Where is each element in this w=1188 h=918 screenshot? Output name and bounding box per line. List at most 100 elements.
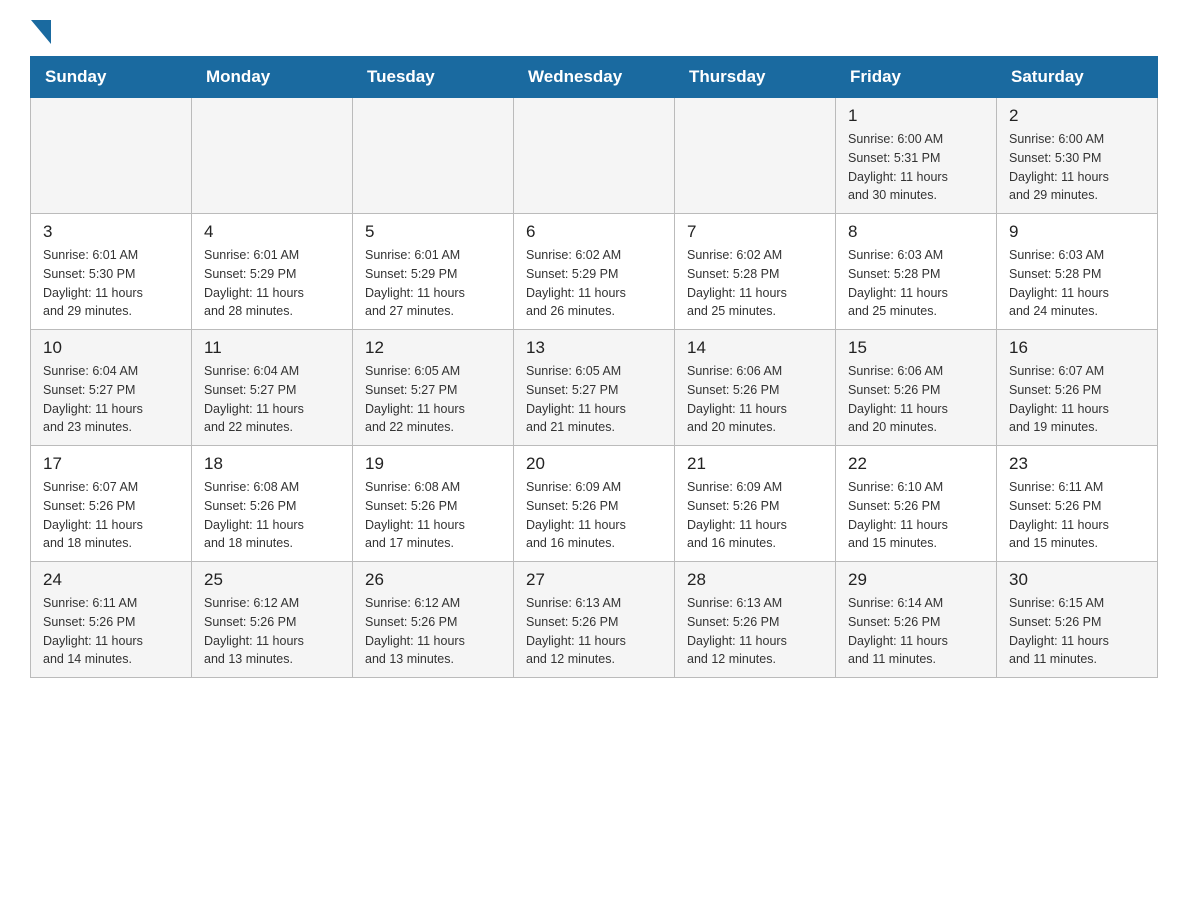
- day-info: Sunrise: 6:07 AM Sunset: 5:26 PM Dayligh…: [43, 478, 179, 553]
- day-number: 16: [1009, 338, 1145, 358]
- day-info: Sunrise: 6:00 AM Sunset: 5:30 PM Dayligh…: [1009, 130, 1145, 205]
- calendar-cell: 29 Sunrise: 6:14 AM Sunset: 5:26 PM Dayli…: [836, 562, 997, 678]
- day-info: Sunrise: 6:05 AM Sunset: 5:27 PM Dayligh…: [365, 362, 501, 437]
- day-info: Sunrise: 6:01 AM Sunset: 5:29 PM Dayligh…: [204, 246, 340, 321]
- day-info: Sunrise: 6:06 AM Sunset: 5:26 PM Dayligh…: [848, 362, 984, 437]
- day-info: Sunrise: 6:12 AM Sunset: 5:26 PM Dayligh…: [204, 594, 340, 669]
- weekday-header-row: SundayMondayTuesdayWednesdayThursdayFrid…: [31, 57, 1158, 98]
- calendar-cell: 7 Sunrise: 6:02 AM Sunset: 5:28 PM Daylig…: [675, 214, 836, 330]
- day-number: 30: [1009, 570, 1145, 590]
- calendar-cell: 17 Sunrise: 6:07 AM Sunset: 5:26 PM Dayli…: [31, 446, 192, 562]
- day-info: Sunrise: 6:01 AM Sunset: 5:30 PM Dayligh…: [43, 246, 179, 321]
- day-info: Sunrise: 6:05 AM Sunset: 5:27 PM Dayligh…: [526, 362, 662, 437]
- weekday-header-monday: Monday: [192, 57, 353, 98]
- day-number: 7: [687, 222, 823, 242]
- day-number: 2: [1009, 106, 1145, 126]
- day-number: 28: [687, 570, 823, 590]
- calendar-cell: 10 Sunrise: 6:04 AM Sunset: 5:27 PM Dayli…: [31, 330, 192, 446]
- calendar-cell: 26 Sunrise: 6:12 AM Sunset: 5:26 PM Dayli…: [353, 562, 514, 678]
- calendar-cell: [192, 98, 353, 214]
- calendar-cell: 15 Sunrise: 6:06 AM Sunset: 5:26 PM Dayli…: [836, 330, 997, 446]
- calendar-cell: 16 Sunrise: 6:07 AM Sunset: 5:26 PM Dayli…: [997, 330, 1158, 446]
- calendar-cell: 6Sunrise: 6:02 AM Sunset: 5:29 PM Daylig…: [514, 214, 675, 330]
- day-number: 25: [204, 570, 340, 590]
- calendar-week-row: 3 Sunrise: 6:01 AM Sunset: 5:30 PM Daylig…: [31, 214, 1158, 330]
- day-number: 17: [43, 454, 179, 474]
- day-info: Sunrise: 6:08 AM Sunset: 5:26 PM Dayligh…: [365, 478, 501, 553]
- logo-arrow-icon: [31, 20, 51, 44]
- day-number: 9: [1009, 222, 1145, 242]
- calendar-cell: 20Sunrise: 6:09 AM Sunset: 5:26 PM Dayli…: [514, 446, 675, 562]
- calendar-cell: 8Sunrise: 6:03 AM Sunset: 5:28 PM Daylig…: [836, 214, 997, 330]
- weekday-header-friday: Friday: [836, 57, 997, 98]
- day-number: 5: [365, 222, 501, 242]
- day-number: 12: [365, 338, 501, 358]
- calendar-cell: 5 Sunrise: 6:01 AM Sunset: 5:29 PM Daylig…: [353, 214, 514, 330]
- calendar-cell: 12 Sunrise: 6:05 AM Sunset: 5:27 PM Dayli…: [353, 330, 514, 446]
- day-number: 20: [526, 454, 662, 474]
- calendar-cell: 1 Sunrise: 6:00 AM Sunset: 5:31 PM Daylig…: [836, 98, 997, 214]
- day-info: Sunrise: 6:11 AM Sunset: 5:26 PM Dayligh…: [1009, 478, 1145, 553]
- day-number: 19: [365, 454, 501, 474]
- calendar-cell: 23 Sunrise: 6:11 AM Sunset: 5:26 PM Dayli…: [997, 446, 1158, 562]
- day-number: 26: [365, 570, 501, 590]
- calendar-cell: 2 Sunrise: 6:00 AM Sunset: 5:30 PM Daylig…: [997, 98, 1158, 214]
- weekday-header-thursday: Thursday: [675, 57, 836, 98]
- calendar-cell: 3 Sunrise: 6:01 AM Sunset: 5:30 PM Daylig…: [31, 214, 192, 330]
- day-number: 22: [848, 454, 984, 474]
- day-info: Sunrise: 6:07 AM Sunset: 5:26 PM Dayligh…: [1009, 362, 1145, 437]
- calendar-cell: 30 Sunrise: 6:15 AM Sunset: 5:26 PM Dayli…: [997, 562, 1158, 678]
- calendar-cell: [514, 98, 675, 214]
- calendar-cell: 14Sunrise: 6:06 AM Sunset: 5:26 PM Dayli…: [675, 330, 836, 446]
- calendar-cell: [675, 98, 836, 214]
- day-info: Sunrise: 6:02 AM Sunset: 5:29 PM Dayligh…: [526, 246, 662, 321]
- weekday-header-tuesday: Tuesday: [353, 57, 514, 98]
- calendar-table: SundayMondayTuesdayWednesdayThursdayFrid…: [30, 56, 1158, 678]
- calendar-week-row: 1 Sunrise: 6:00 AM Sunset: 5:31 PM Daylig…: [31, 98, 1158, 214]
- calendar-week-row: 10 Sunrise: 6:04 AM Sunset: 5:27 PM Dayli…: [31, 330, 1158, 446]
- calendar-cell: 27 Sunrise: 6:13 AM Sunset: 5:26 PM Dayli…: [514, 562, 675, 678]
- day-info: Sunrise: 6:08 AM Sunset: 5:26 PM Dayligh…: [204, 478, 340, 553]
- day-number: 1: [848, 106, 984, 126]
- calendar-cell: 11Sunrise: 6:04 AM Sunset: 5:27 PM Dayli…: [192, 330, 353, 446]
- calendar-cell: 9 Sunrise: 6:03 AM Sunset: 5:28 PM Daylig…: [997, 214, 1158, 330]
- calendar-cell: 24Sunrise: 6:11 AM Sunset: 5:26 PM Dayli…: [31, 562, 192, 678]
- logo-text: [30, 20, 53, 44]
- day-number: 15: [848, 338, 984, 358]
- calendar-cell: 18Sunrise: 6:08 AM Sunset: 5:26 PM Dayli…: [192, 446, 353, 562]
- day-info: Sunrise: 6:04 AM Sunset: 5:27 PM Dayligh…: [204, 362, 340, 437]
- calendar-cell: 25 Sunrise: 6:12 AM Sunset: 5:26 PM Dayli…: [192, 562, 353, 678]
- day-info: Sunrise: 6:00 AM Sunset: 5:31 PM Dayligh…: [848, 130, 984, 205]
- weekday-header-saturday: Saturday: [997, 57, 1158, 98]
- day-number: 14: [687, 338, 823, 358]
- day-info: Sunrise: 6:13 AM Sunset: 5:26 PM Dayligh…: [526, 594, 662, 669]
- day-info: Sunrise: 6:10 AM Sunset: 5:26 PM Dayligh…: [848, 478, 984, 553]
- day-number: 29: [848, 570, 984, 590]
- calendar-cell: [31, 98, 192, 214]
- day-info: Sunrise: 6:02 AM Sunset: 5:28 PM Dayligh…: [687, 246, 823, 321]
- calendar-cell: 4 Sunrise: 6:01 AM Sunset: 5:29 PM Daylig…: [192, 214, 353, 330]
- day-number: 3: [43, 222, 179, 242]
- day-number: 10: [43, 338, 179, 358]
- day-info: Sunrise: 6:03 AM Sunset: 5:28 PM Dayligh…: [848, 246, 984, 321]
- day-info: Sunrise: 6:09 AM Sunset: 5:26 PM Dayligh…: [687, 478, 823, 553]
- day-info: Sunrise: 6:14 AM Sunset: 5:26 PM Dayligh…: [848, 594, 984, 669]
- weekday-header-sunday: Sunday: [31, 57, 192, 98]
- day-number: 27: [526, 570, 662, 590]
- header: [30, 20, 1158, 40]
- day-info: Sunrise: 6:01 AM Sunset: 5:29 PM Dayligh…: [365, 246, 501, 321]
- weekday-header-wednesday: Wednesday: [514, 57, 675, 98]
- calendar-cell: 21 Sunrise: 6:09 AM Sunset: 5:26 PM Dayli…: [675, 446, 836, 562]
- calendar-cell: 22 Sunrise: 6:10 AM Sunset: 5:26 PM Dayli…: [836, 446, 997, 562]
- calendar-cell: [353, 98, 514, 214]
- calendar-cell: 13Sunrise: 6:05 AM Sunset: 5:27 PM Dayli…: [514, 330, 675, 446]
- day-info: Sunrise: 6:13 AM Sunset: 5:26 PM Dayligh…: [687, 594, 823, 669]
- day-info: Sunrise: 6:15 AM Sunset: 5:26 PM Dayligh…: [1009, 594, 1145, 669]
- day-info: Sunrise: 6:04 AM Sunset: 5:27 PM Dayligh…: [43, 362, 179, 437]
- calendar-week-row: 24Sunrise: 6:11 AM Sunset: 5:26 PM Dayli…: [31, 562, 1158, 678]
- day-number: 21: [687, 454, 823, 474]
- day-number: 4: [204, 222, 340, 242]
- day-info: Sunrise: 6:12 AM Sunset: 5:26 PM Dayligh…: [365, 594, 501, 669]
- day-number: 23: [1009, 454, 1145, 474]
- day-info: Sunrise: 6:03 AM Sunset: 5:28 PM Dayligh…: [1009, 246, 1145, 321]
